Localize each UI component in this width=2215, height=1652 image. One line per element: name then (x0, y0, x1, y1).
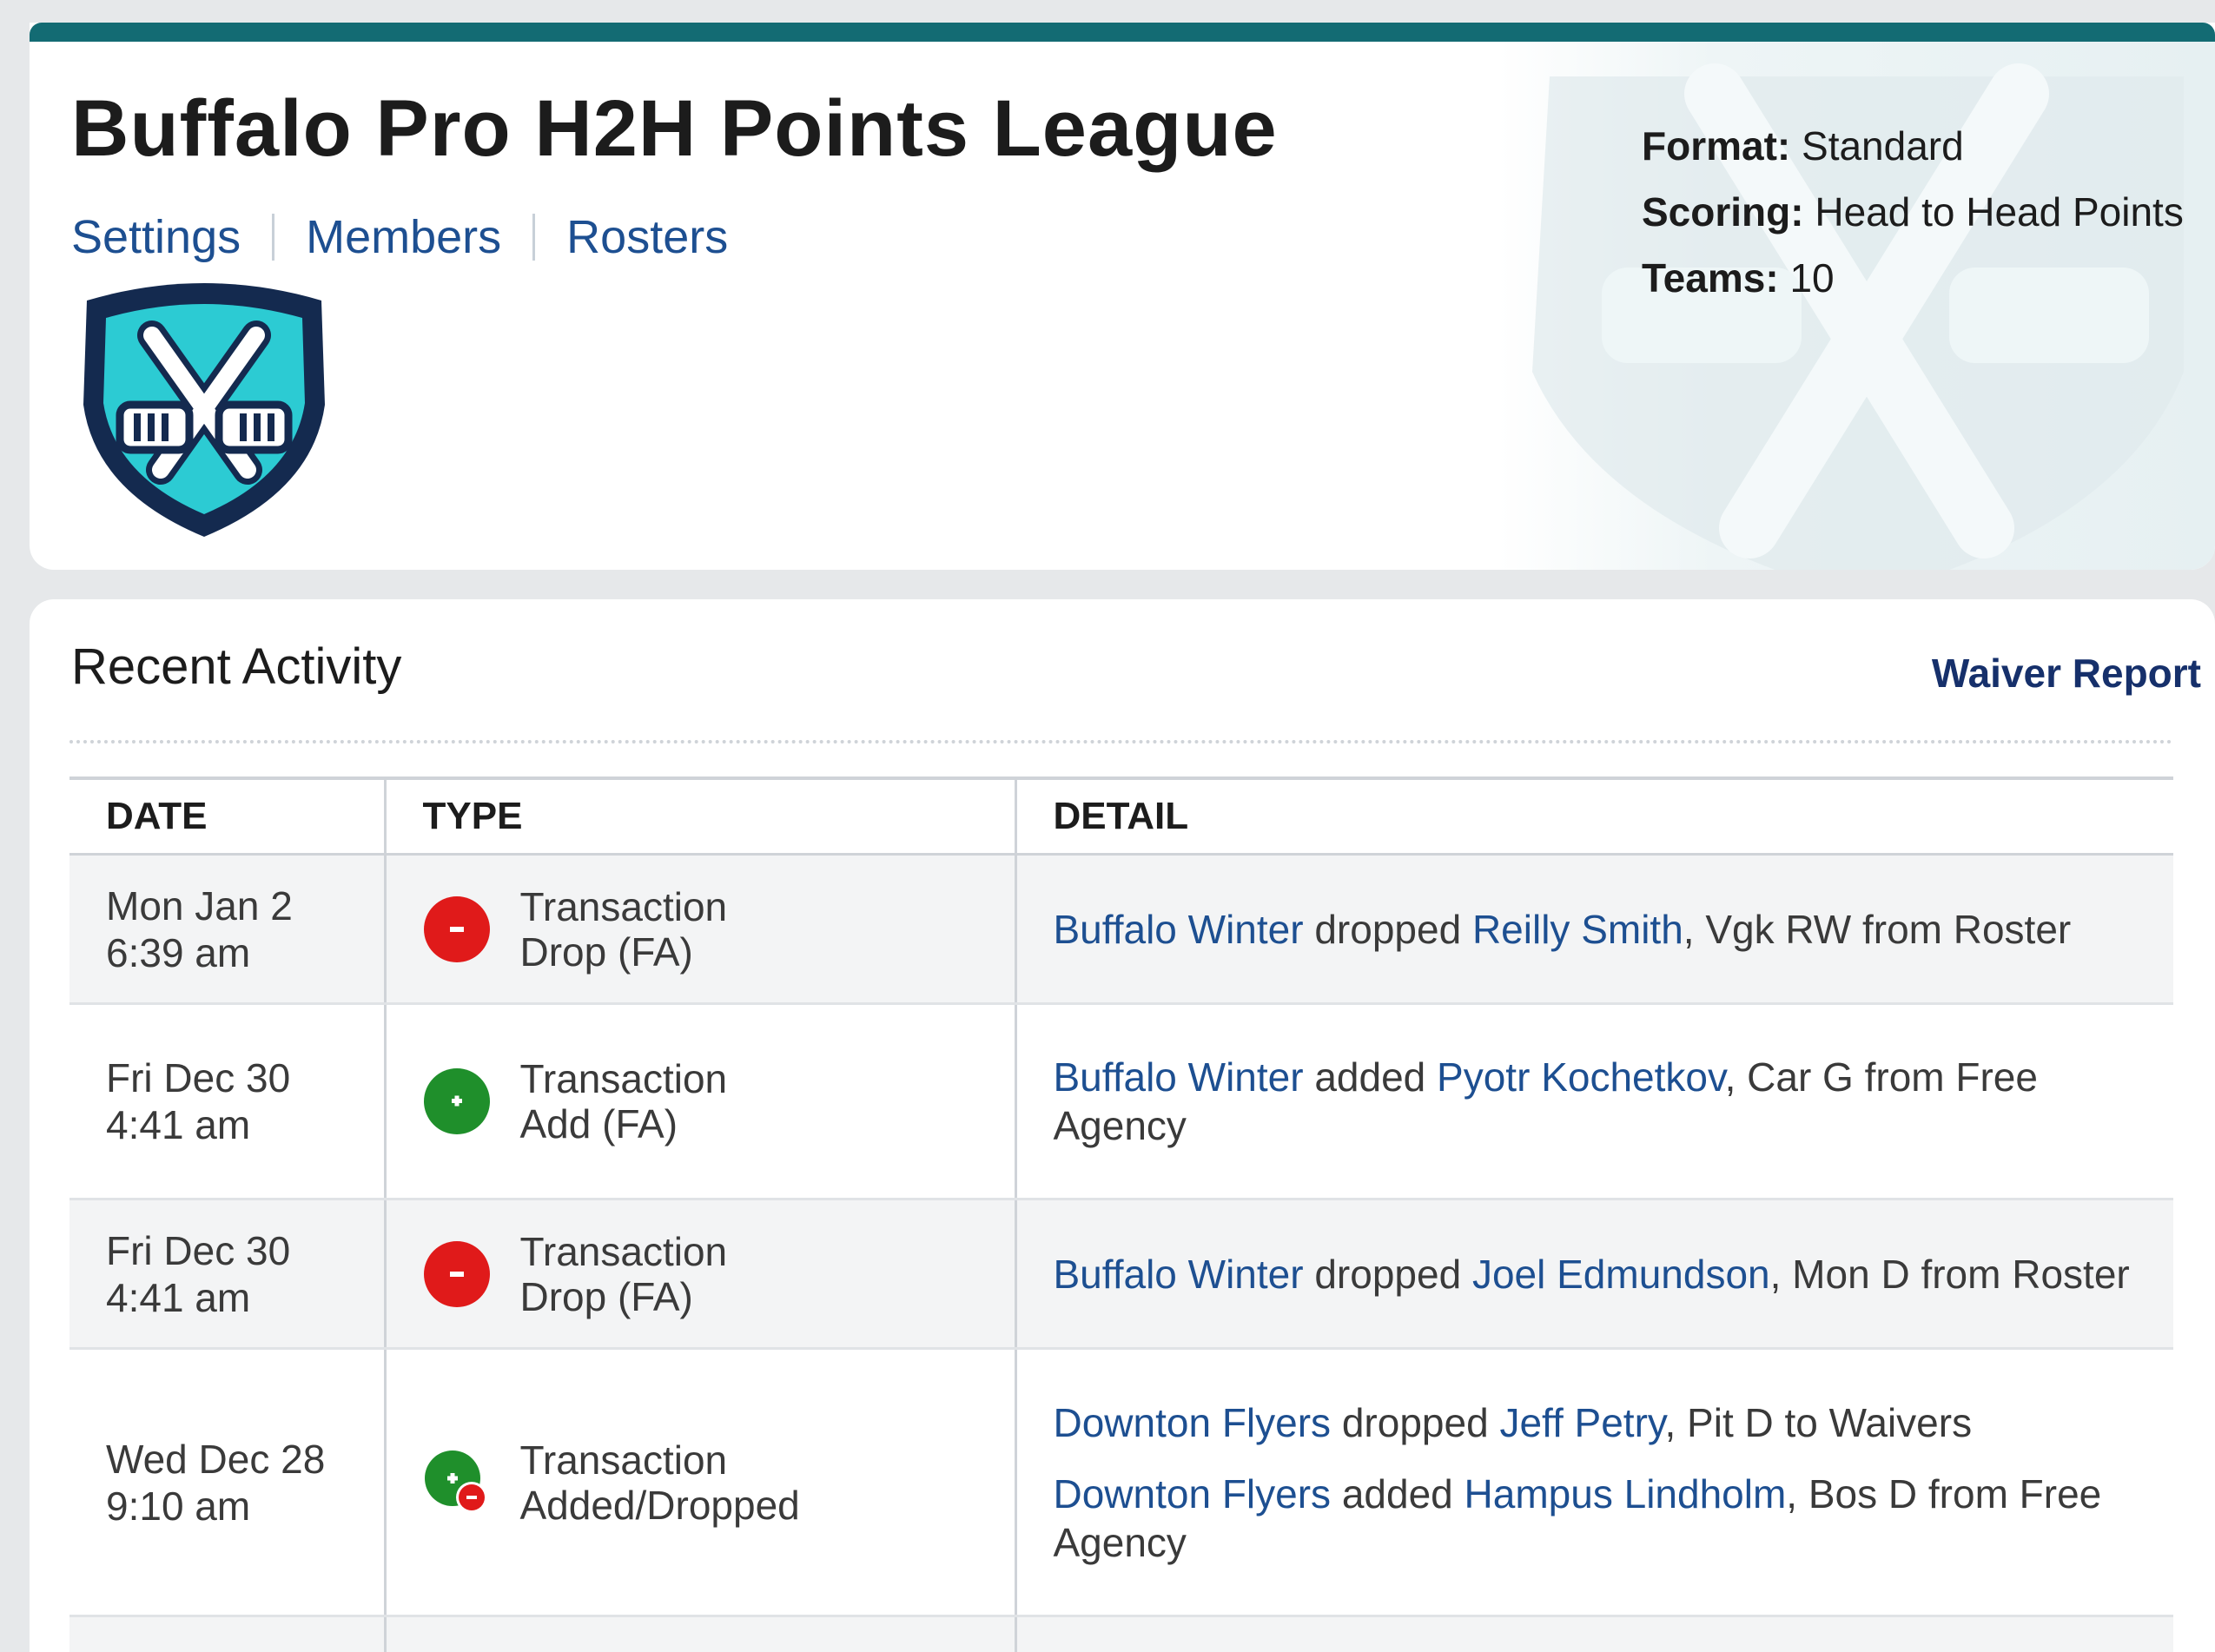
meta-value: Standard (1802, 123, 1964, 169)
meta-format: Format: Standard (1642, 113, 2184, 179)
date-cell (69, 1616, 387, 1652)
table-row (69, 1616, 2173, 1652)
date-cell: Mon Jan 2 6:39 am (69, 854, 387, 1005)
subtype-label: Add (FA) (519, 1101, 678, 1146)
date-text: Mon Jan 2 (106, 882, 293, 928)
detail-rest: , Mon D from Roster (1769, 1251, 2130, 1297)
minus-circle-icon (423, 895, 490, 962)
date-cell: Fri Dec 30 4:41 am (69, 1199, 387, 1350)
detail-cell: Buffalo Winter dropped Reilly Smith, Vgk… (1015, 854, 2174, 1005)
minus-circle-icon (423, 1240, 490, 1307)
type-label: Transaction (519, 1437, 728, 1483)
detail-rest: , Vgk RW from Roster (1683, 906, 2072, 952)
player-link[interactable]: Joel Edmundson (1472, 1252, 1770, 1297)
time-text: 4:41 am (106, 1274, 251, 1320)
detail-line: Buffalo Winter added Pyotr Kochetkov, Ca… (1054, 1053, 2174, 1150)
nav-divider (532, 214, 536, 261)
recent-activity-card: Recent Activity Waiver Report DATE TYPE … (30, 599, 2215, 1652)
column-header-detail[interactable]: DETAIL (1015, 778, 2173, 856)
waiver-report-link[interactable]: Waiver Report (1932, 650, 2201, 697)
section-divider (69, 740, 2173, 743)
meta-teams: Teams: 10 (1642, 245, 2184, 311)
add-drop-icon (424, 1450, 487, 1513)
time-text: 9:10 am (106, 1483, 251, 1529)
detail-rest: , Pit D to Waivers (1664, 1399, 1973, 1445)
type-cell (385, 1616, 1017, 1652)
nav-divider (272, 214, 275, 261)
table-row: Wed Dec 28 9:10 am Transaction Added/Dro… (69, 1348, 2174, 1617)
type-label: Transaction (519, 883, 728, 929)
player-link[interactable]: Jeff Petry (1499, 1400, 1664, 1445)
detail-cell: Downton Flyers dropped Jeff Petry, Pit D… (1015, 1348, 2174, 1617)
type-label: Transaction (519, 1056, 728, 1101)
plus-circle-icon (423, 1068, 490, 1134)
team-link[interactable]: Buffalo Winter (1054, 1252, 1304, 1297)
detail-cell: Buffalo Winter added Pyotr Kochetkov, Ca… (1015, 1003, 2174, 1200)
detail-action: added (1303, 1054, 1438, 1100)
player-link[interactable]: Hampus Lindholm (1465, 1471, 1787, 1517)
detail-action: dropped (1331, 1399, 1500, 1445)
detail-action: dropped (1303, 1251, 1472, 1297)
type-label: Transaction (519, 1228, 728, 1274)
date-text: Wed Dec 28 (106, 1436, 326, 1482)
detail-line: Downton Flyers added Hampus Lindholm, Bo… (1054, 1470, 2174, 1567)
player-link[interactable]: Reilly Smith (1472, 907, 1683, 952)
detail-cell: Buffalo Winter dropped Joel Edmundson, M… (1015, 1199, 2174, 1350)
section-title: Recent Activity (71, 638, 402, 695)
detail-line: Buffalo Winter dropped Joel Edmundson, M… (1054, 1250, 2174, 1298)
table-header-row: DATE TYPE DETAIL (69, 778, 2173, 856)
time-text: 6:39 am (106, 929, 251, 975)
team-link[interactable]: Downton Flyers (1054, 1471, 1332, 1517)
detail-line: Buffalo Winter dropped Reilly Smith, Vgk… (1054, 905, 2174, 954)
detail-action: dropped (1303, 906, 1472, 952)
subtype-label: Drop (FA) (519, 928, 693, 975)
nav-settings-link[interactable]: Settings (71, 210, 241, 264)
league-nav: Settings Members Rosters (71, 210, 728, 264)
nav-rosters-link[interactable]: Rosters (566, 210, 728, 264)
meta-value: Head to Head Points (1815, 189, 2184, 235)
table-row: Mon Jan 2 6:39 am Transaction Drop (FA) (69, 854, 2174, 1005)
column-header-date[interactable]: DATE (69, 778, 387, 856)
player-link[interactable]: Pyotr Kochetkov (1437, 1054, 1725, 1100)
type-cell: Transaction Add (FA) (385, 1003, 1017, 1200)
date-text: Fri Dec 30 (106, 1055, 291, 1100)
type-cell: Transaction Added/Dropped (385, 1348, 1017, 1617)
date-cell: Fri Dec 30 4:41 am (69, 1003, 387, 1200)
detail-line: Downton Flyers dropped Jeff Petry, Pit D… (1054, 1398, 2174, 1447)
type-cell: Transaction Drop (FA) (385, 1199, 1017, 1350)
meta-label: Scoring: (1642, 189, 1804, 235)
team-link[interactable]: Buffalo Winter (1054, 907, 1304, 952)
team-link[interactable]: Buffalo Winter (1054, 1054, 1304, 1100)
meta-value: 10 (1789, 255, 1835, 301)
league-meta: Format: Standard Scoring: Head to Head P… (1642, 113, 2184, 311)
league-header-card: Buffalo Pro H2H Points League Settings M… (30, 23, 2215, 570)
activity-table: DATE TYPE DETAIL Mon Jan 2 6:39 am Trans… (69, 776, 2173, 1652)
time-text: 4:41 am (106, 1102, 251, 1147)
subtype-label: Drop (FA) (519, 1273, 693, 1319)
subtype-label: Added/Dropped (519, 1482, 800, 1528)
date-text: Fri Dec 30 (106, 1227, 291, 1273)
table-row: Fri Dec 30 4:41 am Transaction Drop (FA) (69, 1199, 2174, 1350)
header-accent-bar (30, 23, 2215, 42)
type-cell: Transaction Drop (FA) (385, 854, 1017, 1005)
table-row: Fri Dec 30 4:41 am Transaction Add (FA) (69, 1003, 2174, 1200)
league-title: Buffalo Pro H2H Points League (71, 84, 1278, 173)
detail-cell (1015, 1616, 2173, 1652)
meta-label: Format: (1642, 123, 1791, 169)
date-cell: Wed Dec 28 9:10 am (69, 1348, 387, 1617)
league-logo-icon (69, 274, 339, 548)
nav-members-link[interactable]: Members (306, 210, 501, 264)
meta-label: Teams: (1642, 255, 1779, 301)
column-header-type[interactable]: TYPE (385, 778, 1017, 856)
detail-action: added (1331, 1470, 1465, 1517)
meta-scoring: Scoring: Head to Head Points (1642, 179, 2184, 245)
team-link[interactable]: Downton Flyers (1054, 1400, 1332, 1445)
